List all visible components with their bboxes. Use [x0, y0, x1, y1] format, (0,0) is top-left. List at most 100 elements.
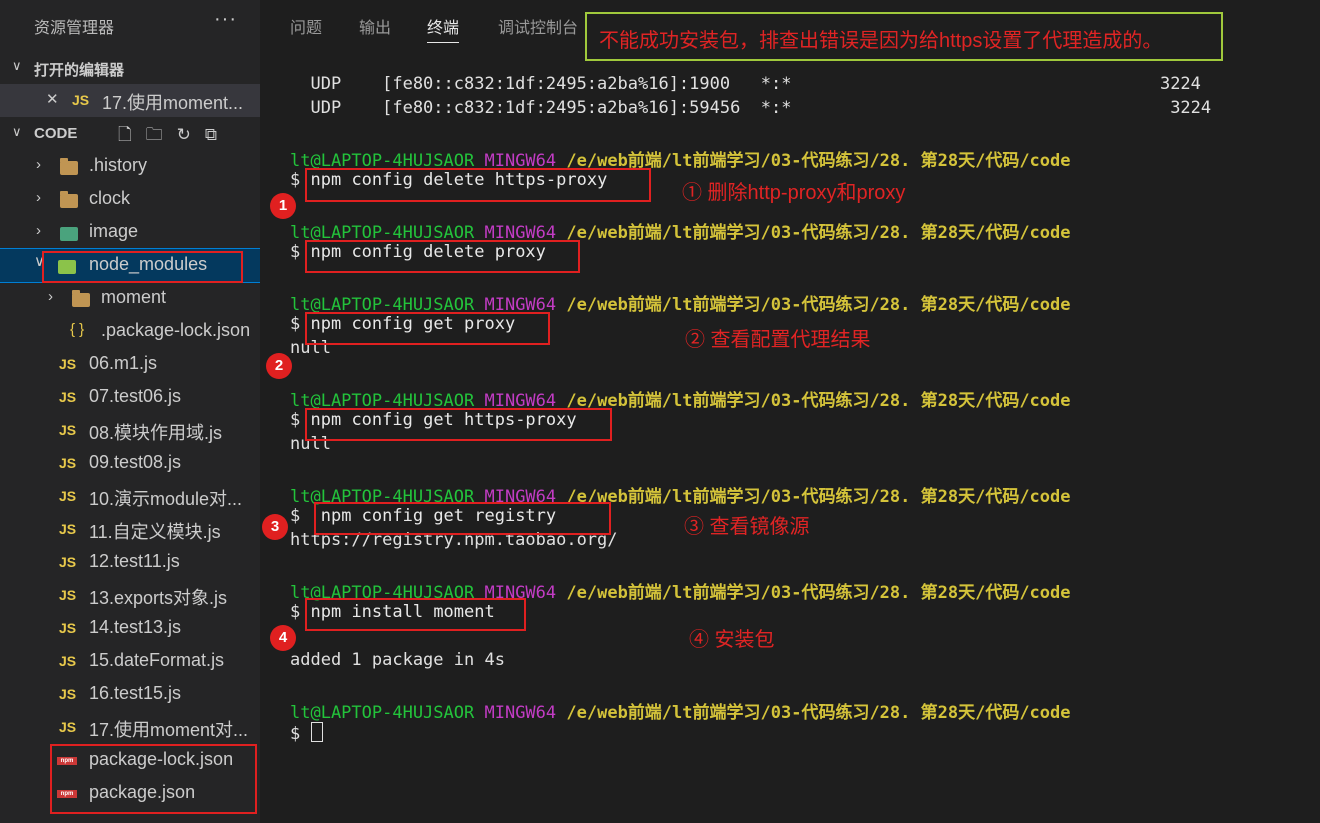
- js-file-icon: JS: [59, 422, 77, 438]
- highlight-command-2: [305, 240, 580, 273]
- tree-item-label: 06.m1.js: [89, 353, 158, 373]
- highlight-command-1: [305, 168, 651, 202]
- workspace-label: CODE: [34, 125, 78, 142]
- prompt-shell: MINGW64: [484, 703, 557, 723]
- tab-terminal[interactable]: 终端: [427, 14, 460, 43]
- highlight-package-files: [50, 744, 257, 814]
- explorer-sidebar: 资源管理器 ··· ∨ 打开的编辑器 ✕ JS 17.使用moment... ∨…: [0, 0, 260, 823]
- json-file-icon: { }: [70, 321, 85, 338]
- explorer-header: 资源管理器 ···: [0, 0, 260, 48]
- step-number-3: 3: [262, 514, 288, 540]
- js-file-icon: JS: [59, 389, 77, 405]
- chevron-down-icon: ∨: [12, 58, 22, 73]
- tree-item-js[interactable]: JS 12.test11.js: [0, 546, 260, 579]
- terminal-line: UDP [fe80::c832:1df:2495:a2ba%16]:59456 …: [290, 98, 1212, 118]
- note-banner-text: 不能成功安装包，排查出错误是因为给https设置了代理造成的。: [599, 30, 1163, 52]
- highlight-command-5: [314, 502, 611, 535]
- step-number-1: 1: [270, 193, 296, 219]
- prompt-path: /e/web前端/lt前端学习/03-代码练习/28. 第28天/代码/code: [566, 295, 1071, 315]
- open-editor-name: 17.使用moment...: [102, 93, 244, 113]
- chevron-down-icon: ∨: [12, 124, 22, 139]
- annotation-step-3: ③ 查看镜像源: [684, 516, 810, 538]
- more-actions-icon[interactable]: ···: [214, 8, 237, 31]
- annotation-step-4: ④ 安装包: [689, 629, 775, 651]
- collapse-all-icon[interactable]: ⧉: [205, 125, 217, 144]
- tree-item-image[interactable]: › image: [0, 216, 260, 249]
- tree-item-js[interactable]: JS 17.使用moment对...: [0, 711, 260, 744]
- tree-item-package-lock-hidden[interactable]: { } .package-lock.json: [0, 315, 260, 348]
- tree-item-js[interactable]: JS 08.模块作用域.js: [0, 414, 260, 447]
- prompt-line: lt@LAPTOP-4HUJSAOR MINGW64 /e/web前端/lt前端…: [290, 698, 1071, 723]
- tree-item-history[interactable]: › .history: [0, 150, 260, 183]
- tree-item-label: 11.自定义模块.js: [89, 522, 221, 542]
- tree-item-js[interactable]: JS 13.exports对象.js: [0, 579, 260, 612]
- new-folder-icon[interactable]: 🗀: [146, 125, 163, 144]
- tree-item-js[interactable]: JS 09.test08.js: [0, 447, 260, 480]
- js-file-icon: JS: [59, 455, 77, 471]
- close-icon[interactable]: ✕: [46, 90, 59, 108]
- tree-item-label: .package-lock.json: [101, 320, 251, 340]
- prompt-path: /e/web前端/lt前端学习/03-代码练习/28. 第28天/代码/code: [566, 703, 1071, 723]
- js-file-icon: JS: [59, 620, 77, 636]
- chevron-right-icon: ›: [36, 156, 41, 173]
- refresh-icon[interactable]: ↻: [177, 125, 191, 144]
- folder-icon: [72, 290, 90, 307]
- prompt-symbol: $: [290, 242, 301, 262]
- prompt-path: /e/web前端/lt前端学习/03-代码练习/28. 第28天/代码/code: [566, 391, 1071, 411]
- tree-item-js[interactable]: JS 16.test15.js: [0, 678, 260, 711]
- highlight-node-modules: [42, 251, 243, 283]
- tab-debug-console[interactable]: 调试控制台: [498, 14, 578, 38]
- tree-item-js[interactable]: JS 11.自定义模块.js: [0, 513, 260, 546]
- tree-item-clock[interactable]: › clock: [0, 183, 260, 216]
- tree-item-js[interactable]: JS 07.test06.js: [0, 381, 260, 414]
- terminal-cursor: [310, 722, 323, 742]
- js-file-icon: JS: [59, 488, 77, 504]
- chevron-right-icon: ›: [48, 288, 53, 305]
- tab-output[interactable]: 输出: [359, 14, 391, 38]
- tree-item-label: 09.test08.js: [89, 452, 182, 472]
- folder-icon: [60, 191, 78, 208]
- prompt-symbol: $: [290, 602, 301, 622]
- highlight-command-6: [305, 598, 526, 631]
- tree-item-js[interactable]: JS 14.test13.js: [0, 612, 260, 645]
- tree-item-label: 07.test06.js: [89, 386, 182, 406]
- command-line[interactable]: $: [290, 722, 323, 744]
- js-file-icon: JS: [59, 587, 77, 603]
- highlight-command-3: [305, 312, 550, 345]
- tree-item-js[interactable]: JS 06.m1.js: [0, 348, 260, 381]
- tab-problems[interactable]: 问题: [290, 14, 322, 38]
- tree-item-js[interactable]: JS 10.演示module对...: [0, 480, 260, 513]
- tree-item-label: 16.test15.js: [89, 683, 182, 703]
- tree-item-label: clock: [89, 188, 131, 208]
- open-editors-section[interactable]: ∨ 打开的编辑器: [0, 51, 260, 84]
- js-file-icon: JS: [59, 356, 77, 372]
- prompt-path: /e/web前端/lt前端学习/03-代码练习/28. 第28天/代码/code: [566, 223, 1071, 243]
- tree-item-label: image: [89, 221, 139, 241]
- tree-item-js[interactable]: JS 15.dateFormat.js: [0, 645, 260, 678]
- tree-item-label: .history: [89, 155, 148, 175]
- tree-item-label: 14.test13.js: [89, 617, 182, 637]
- annotation-step-2: ② 查看配置代理结果: [685, 329, 871, 351]
- prompt-symbol: $: [290, 170, 301, 190]
- tree-item-label: 12.test11.js: [89, 551, 180, 571]
- chevron-right-icon: ›: [36, 189, 41, 206]
- tree-item-label: 13.exports对象.js: [89, 588, 228, 608]
- tree-item-label: 08.模块作用域.js: [89, 423, 223, 443]
- highlight-command-4: [305, 408, 612, 441]
- chevron-right-icon: ›: [36, 222, 41, 239]
- terminal-line: UDP [fe80::c832:1df:2495:a2ba%16]:1900 *…: [290, 74, 1201, 94]
- tree-item-label: moment: [101, 287, 167, 307]
- js-file-icon: JS: [59, 554, 77, 570]
- prompt-user: lt@LAPTOP-4HUJSAOR: [290, 703, 475, 723]
- tree-item-moment[interactable]: › moment: [0, 282, 260, 315]
- tree-item-label: 15.dateFormat.js: [89, 650, 225, 670]
- js-file-icon: JS: [59, 686, 77, 702]
- image-folder-icon: [60, 227, 78, 241]
- annotation-step-1: ① 删除http-proxy和proxy: [682, 182, 906, 204]
- output-line: added 1 package in 4s: [290, 650, 505, 670]
- open-editor-item[interactable]: ✕ JS 17.使用moment...: [0, 84, 260, 117]
- new-file-icon[interactable]: 🗋: [118, 125, 132, 144]
- js-file-icon: JS: [72, 92, 90, 108]
- js-file-icon: JS: [59, 653, 77, 669]
- prompt-path: /e/web前端/lt前端学习/03-代码练习/28. 第28天/代码/code: [566, 583, 1071, 603]
